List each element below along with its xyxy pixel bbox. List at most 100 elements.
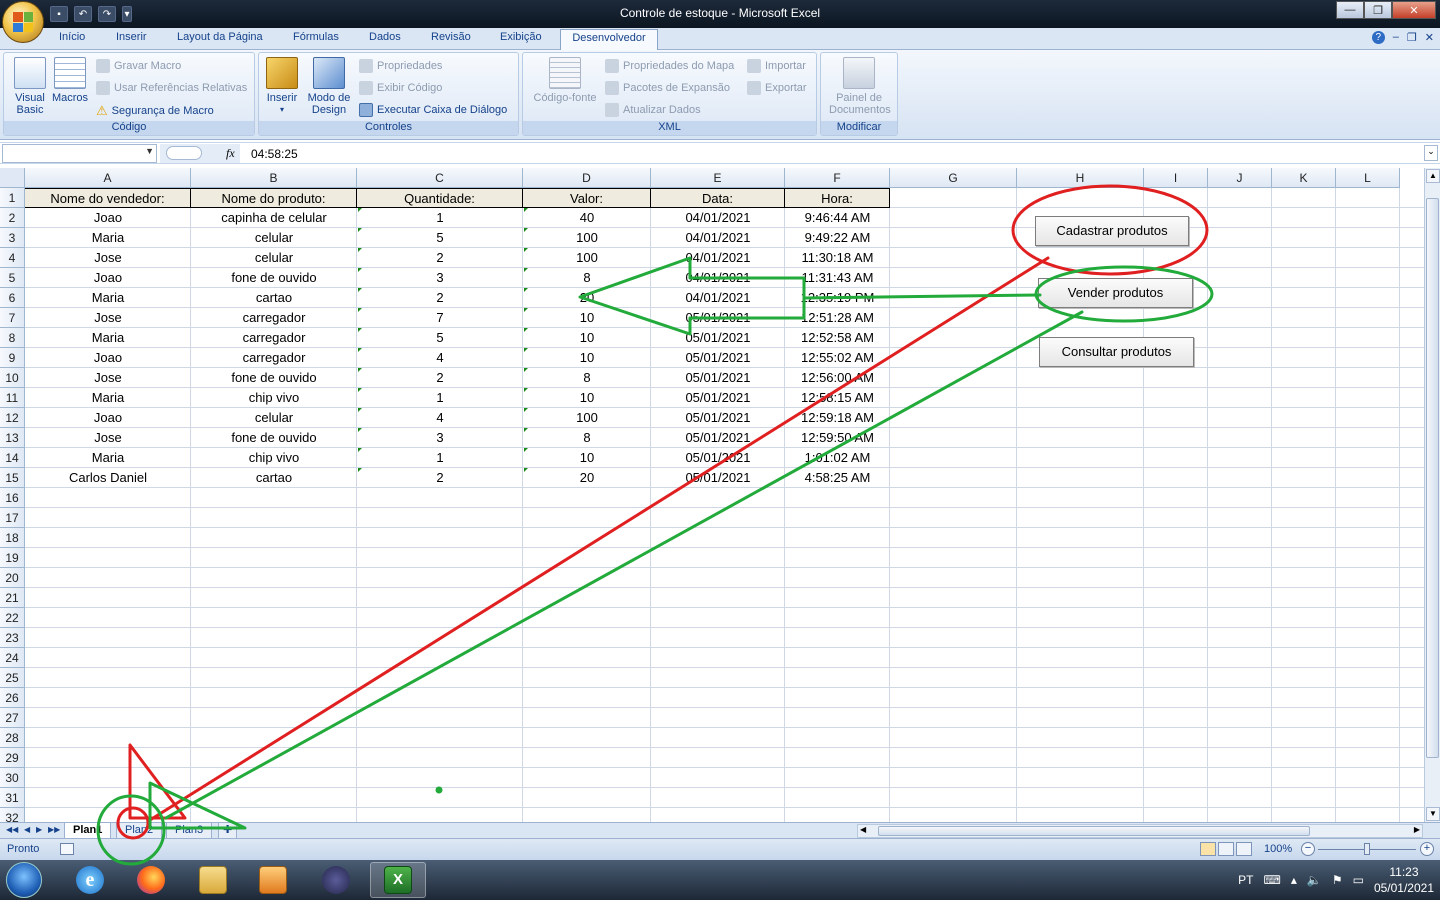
column-header-k[interactable]: K: [1272, 168, 1336, 188]
table-cell[interactable]: 05/01/2021: [651, 468, 785, 488]
clock[interactable]: 11:23 05/01/2021: [1374, 864, 1434, 896]
propriedades-button[interactable]: Propriedades: [359, 59, 442, 73]
vender-produtos-button[interactable]: Vender produtos: [1038, 278, 1193, 308]
table-cell[interactable]: 20: [523, 468, 651, 488]
row-header-26[interactable]: 26: [0, 688, 25, 708]
table-cell[interactable]: 5: [357, 228, 523, 248]
inserir-controle-button[interactable]: Inserir ▾: [263, 57, 301, 116]
table-cell[interactable]: Joao: [25, 348, 191, 368]
table-cell[interactable]: 12:59:18 AM: [785, 408, 890, 428]
minimize-button[interactable]: —: [1336, 1, 1364, 19]
table-cell[interactable]: Jose: [25, 248, 191, 268]
exportar-button[interactable]: Exportar: [747, 81, 807, 95]
sheet-tab-plan1[interactable]: Plan1: [64, 823, 112, 839]
zoom-in-icon[interactable]: +: [1420, 842, 1434, 856]
row-header-8[interactable]: 8: [0, 328, 25, 348]
row-header-4[interactable]: 4: [0, 248, 25, 268]
table-cell[interactable]: Maria: [25, 448, 191, 468]
table-cell[interactable]: 9:46:44 AM: [785, 208, 890, 228]
excel-taskbar-icon[interactable]: X: [370, 862, 426, 898]
visual-basic-button[interactable]: Visual Basic: [9, 57, 51, 116]
row-header-14[interactable]: 14: [0, 448, 25, 468]
tab-formulas[interactable]: Fórmulas: [293, 31, 339, 50]
header-cell[interactable]: Data:: [651, 188, 785, 208]
codigo-fonte-button[interactable]: Código-fonte: [526, 57, 604, 104]
cadastrar-produtos-button[interactable]: Cadastrar produtos: [1035, 216, 1189, 246]
table-cell[interactable]: capinha de celular: [191, 208, 357, 228]
table-cell[interactable]: 12:52:58 AM: [785, 328, 890, 348]
table-cell[interactable]: 11:31:43 AM: [785, 268, 890, 288]
table-cell[interactable]: 10: [523, 388, 651, 408]
row-header-9[interactable]: 9: [0, 348, 25, 368]
pacotes-expansao-button[interactable]: Pacotes de Expansão: [605, 81, 730, 95]
sheet-tab-plan3[interactable]: Plan3: [166, 823, 213, 839]
column-header-h[interactable]: H: [1017, 168, 1144, 188]
table-cell[interactable]: fone de ouvido: [191, 368, 357, 388]
internet-explorer-icon[interactable]: e: [62, 862, 118, 898]
table-cell[interactable]: 12:58:15 AM: [785, 388, 890, 408]
gravar-macro-button[interactable]: Gravar Macro: [96, 59, 181, 73]
prev-sheet-icon[interactable]: ◀: [24, 825, 30, 834]
table-cell[interactable]: 40: [523, 208, 651, 228]
page-layout-view-icon[interactable]: [1218, 842, 1234, 856]
table-cell[interactable]: 12:55:02 AM: [785, 348, 890, 368]
tab-exibicao[interactable]: Exibição: [500, 31, 542, 50]
table-cell[interactable]: 05/01/2021: [651, 368, 785, 388]
table-cell[interactable]: carregador: [191, 348, 357, 368]
table-cell[interactable]: 10: [523, 328, 651, 348]
table-cell[interactable]: 11:30:18 AM: [785, 248, 890, 268]
table-cell[interactable]: Joao: [25, 268, 191, 288]
row-header-16[interactable]: 16: [0, 488, 25, 508]
row-header-3[interactable]: 3: [0, 228, 25, 248]
column-header-e[interactable]: E: [651, 168, 785, 188]
table-cell[interactable]: 1: [357, 448, 523, 468]
row-header-25[interactable]: 25: [0, 668, 25, 688]
zoom-level[interactable]: 100%: [1264, 843, 1292, 855]
table-cell[interactable]: 9:49:22 AM: [785, 228, 890, 248]
table-cell[interactable]: 8: [523, 268, 651, 288]
network-icon[interactable]: ⚑: [1332, 873, 1343, 887]
scroll-down-icon[interactable]: ▼: [1426, 807, 1440, 821]
table-cell[interactable]: 2: [357, 288, 523, 308]
keyboard-icon[interactable]: ⌨: [1264, 873, 1281, 887]
table-cell[interactable]: 04/01/2021: [651, 228, 785, 248]
table-cell[interactable]: 12:59:50 AM: [785, 428, 890, 448]
row-header-18[interactable]: 18: [0, 528, 25, 548]
insert-sheet-icon[interactable]: ✚: [218, 823, 238, 839]
row-header-1[interactable]: 1: [0, 188, 25, 208]
table-cell[interactable]: 10: [523, 348, 651, 368]
table-cell[interactable]: 20: [523, 288, 651, 308]
table-cell[interactable]: 3: [357, 268, 523, 288]
row-header-21[interactable]: 21: [0, 588, 25, 608]
table-cell[interactable]: 2: [357, 248, 523, 268]
table-cell[interactable]: Maria: [25, 288, 191, 308]
row-header-13[interactable]: 13: [0, 428, 25, 448]
row-header-27[interactable]: 27: [0, 708, 25, 728]
table-cell[interactable]: 04/01/2021: [651, 248, 785, 268]
table-cell[interactable]: 4:58:25 AM: [785, 468, 890, 488]
maximize-button[interactable]: ❐: [1364, 1, 1392, 19]
scroll-left-icon[interactable]: ◀: [860, 825, 866, 834]
executar-caixa-button[interactable]: Executar Caixa de Diálogo: [359, 103, 507, 117]
table-cell[interactable]: 05/01/2021: [651, 448, 785, 468]
zoom-out-icon[interactable]: −: [1301, 842, 1315, 856]
column-header-d[interactable]: D: [523, 168, 651, 188]
tab-inserir[interactable]: Inserir: [116, 31, 147, 50]
table-cell[interactable]: cartao: [191, 468, 357, 488]
table-cell[interactable]: 10: [523, 448, 651, 468]
table-cell[interactable]: Joao: [25, 208, 191, 228]
row-header-5[interactable]: 5: [0, 268, 25, 288]
table-cell[interactable]: fone de ouvido: [191, 268, 357, 288]
worksheet-grid[interactable]: ABCDEFGHIJKL 1 2 3 4 5 6 7 8 9 10 11 12 13 14 15 16 17 18…: [0, 168, 1424, 822]
table-cell[interactable]: carregador: [191, 328, 357, 348]
macros-button[interactable]: Macros: [50, 57, 90, 104]
header-cell[interactable]: Nome do vendedor:: [25, 188, 191, 208]
page-break-view-icon[interactable]: [1236, 842, 1252, 856]
column-header-b[interactable]: B: [191, 168, 357, 188]
ribbon-restore-icon[interactable]: ❐: [1407, 31, 1417, 44]
row-header-32[interactable]: 32: [0, 808, 25, 822]
table-cell[interactable]: 04/01/2021: [651, 208, 785, 228]
table-cell[interactable]: celular: [191, 248, 357, 268]
row-header-17[interactable]: 17: [0, 508, 25, 528]
formula-input[interactable]: 04:58:25: [251, 147, 298, 161]
